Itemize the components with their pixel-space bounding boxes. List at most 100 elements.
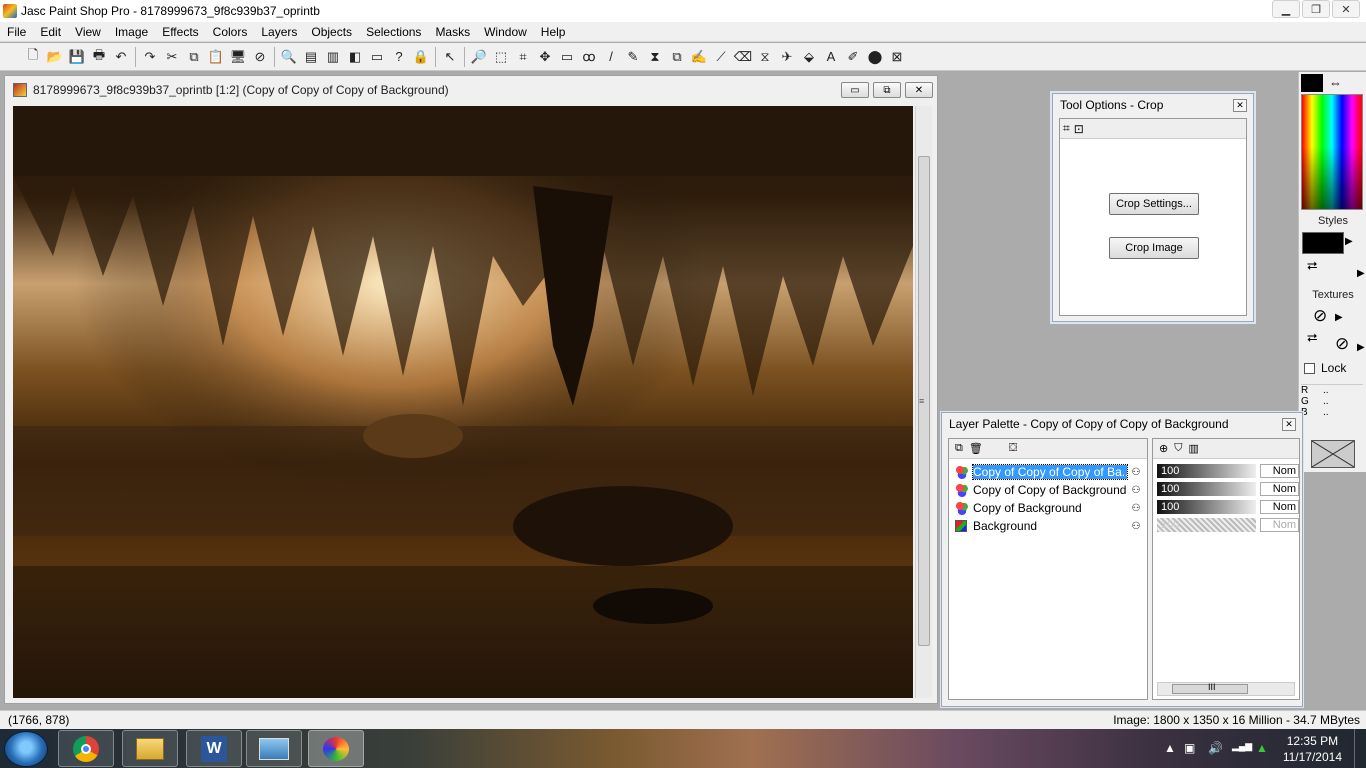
paste-icon[interactable]: 📋 [205,46,227,68]
texture-bg-arrow-icon[interactable]: ▶ [1357,342,1365,353]
cut-icon[interactable]: ✂ [161,46,183,68]
crop-icon[interactable]: ⌗ [512,46,534,68]
doc-restore-button[interactable]: ⧉ [873,82,901,98]
menu-objects[interactable]: Objects [304,25,359,39]
texture-bg-null-icon[interactable]: ⊘ [1335,334,1349,354]
texture-arrow-icon[interactable]: ▶ [1335,312,1343,323]
stop-icon[interactable]: ⊘ [249,46,271,68]
crop-tab-icon[interactable]: ⌗ [1063,121,1070,136]
blend-mode-dropdown[interactable]: Nom [1259,500,1299,514]
copy-icon[interactable]: ⧉ [183,46,205,68]
mover-icon[interactable]: ✥ [534,46,556,68]
arrow-icon[interactable]: ↖ [439,46,461,68]
airbrush-icon[interactable]: ✈ [776,46,798,68]
clone-icon[interactable]: ⧗ [644,46,666,68]
text-icon[interactable]: A [820,46,842,68]
layer-row[interactable]: Copy of Background ⚇ [955,499,1145,517]
new-layer-icon[interactable]: ⧉ [955,442,963,455]
save-icon[interactable]: 💾 [66,46,88,68]
image-canvas[interactable] [13,106,913,698]
layer-visibility-icon[interactable]: ⚇ [1127,503,1145,514]
object-selector-icon[interactable]: ⊠ [886,46,908,68]
layer-name[interactable]: Background [973,519,1127,533]
blend-mode-dropdown[interactable]: Nom [1259,464,1299,478]
layer-name[interactable]: Copy of Background [973,501,1127,515]
layer-row[interactable]: Copy of Copy of Copy of Ba... ⚇ [955,463,1145,481]
explorer-icon[interactable] [122,730,178,767]
crop-settings-button[interactable]: Crop Settings... [1109,193,1199,215]
device-tray-icon[interactable]: ▣ [1184,741,1195,755]
blend-tab-icon[interactable]: ▥ [1188,442,1198,455]
photos-icon[interactable] [246,730,302,767]
menu-edit[interactable]: Edit [33,25,68,39]
picture-tube-icon[interactable]: ⧖ [754,46,776,68]
restore-button[interactable]: ❐ [1302,0,1330,18]
show-hidden-icons[interactable]: ▲ [1164,741,1176,755]
minimize-button[interactable]: ▁ [1272,0,1300,18]
layer-row[interactable]: Background ⚇ [955,517,1145,535]
network-icon[interactable]: ▂▄▆ [1232,741,1252,752]
blend-mode-dropdown[interactable]: Nom [1259,482,1299,496]
print-icon[interactable]: 🖶 [88,46,110,68]
color-picker[interactable] [1301,94,1363,210]
menu-help[interactable]: Help [534,25,573,39]
layer-horizontal-scrollbar[interactable]: III [1157,682,1295,696]
menu-masks[interactable]: Masks [428,25,477,39]
menu-file[interactable]: File [0,25,33,39]
undo-icon[interactable]: ↶ [110,46,132,68]
menu-window[interactable]: Window [477,25,534,39]
opacity-slider[interactable]: 100 [1157,464,1256,478]
styles-arrow-icon[interactable]: ▶ [1345,236,1353,247]
menu-layers[interactable]: Layers [254,25,304,39]
paint-shop-pro-icon[interactable] [308,730,364,767]
retouch-icon[interactable]: ✍ [688,46,710,68]
volume-icon[interactable]: 🔊 [1208,741,1223,755]
redo-icon[interactable]: ↷ [139,46,161,68]
layer-row[interactable]: Copy of Copy of Background ⚇ [955,481,1145,499]
close-button[interactable]: ✕ [1332,0,1360,18]
styles-swap-icon[interactable]: ⮂ [1307,258,1317,274]
color-replacer-icon[interactable]: ⧉ [666,46,688,68]
blend-mode-dropdown[interactable]: Nom [1259,518,1299,532]
menu-selections[interactable]: Selections [359,25,428,39]
swap-colors-icon[interactable]: ⇔ [1329,75,1342,90]
layer-name[interactable]: Copy of Copy of Copy of Ba... [972,464,1128,480]
foreground-swatch[interactable] [1301,74,1323,92]
opacity-slider[interactable]: 100 [1157,518,1256,532]
zoom-icon[interactable]: 🔍 [278,46,300,68]
layer-icon[interactable]: ◧ [344,46,366,68]
opacity-slider[interactable]: 100 [1157,500,1256,514]
layer-visibility-icon[interactable]: ⚇ [1127,485,1145,496]
layer-palette-close-button[interactable]: ✕ [1282,418,1296,431]
tool-options-icon[interactable]: ▭ [366,46,388,68]
histogram-icon[interactable]: ▥ [322,46,344,68]
google-drive-icon[interactable]: ▲ [1256,741,1268,755]
menu-view[interactable]: View [68,25,108,39]
styles-bg-arrow-icon[interactable]: ▶ [1357,268,1365,279]
lock-checkbox[interactable] [1304,363,1315,374]
doc-minimize-button[interactable]: ▭ [841,82,869,98]
start-button[interactable] [4,731,48,767]
dropper-icon[interactable]: / [600,46,622,68]
delete-layer-icon[interactable]: 🗑 [969,442,983,455]
browse-icon[interactable]: 🖥 [227,46,249,68]
scratch-remover-icon[interactable]: ⟋ [710,46,732,68]
word-icon[interactable]: W [186,730,242,767]
help-icon[interactable]: ? [388,46,410,68]
opacity-tab-icon[interactable]: ⊕ [1159,442,1168,455]
layer-mask-icon[interactable]: ⛋ [1009,442,1017,455]
vertical-scrollbar[interactable]: ≡ [915,106,932,698]
freehand-icon[interactable]: ꝏ [578,46,600,68]
layer-visibility-icon[interactable]: ⚇ [1127,521,1145,532]
deform-icon[interactable]: ⬚ [490,46,512,68]
open-icon[interactable]: 📂 [44,46,66,68]
chrome-icon[interactable] [58,730,114,767]
layer-visibility-icon[interactable]: ⚇ [1127,467,1145,478]
zoom-tool-icon[interactable]: 🔎 [468,46,490,68]
preset-shapes-icon[interactable]: ⬤ [864,46,886,68]
eraser-icon[interactable]: ⌫ [732,46,754,68]
texture-swap-icon[interactable]: ⮂ [1307,330,1317,346]
crop-image-button[interactable]: Crop Image [1109,237,1199,259]
presets-tab-icon[interactable]: ⊡ [1074,122,1084,136]
clock[interactable]: 12:35 PM 11/17/2014 [1283,733,1342,765]
